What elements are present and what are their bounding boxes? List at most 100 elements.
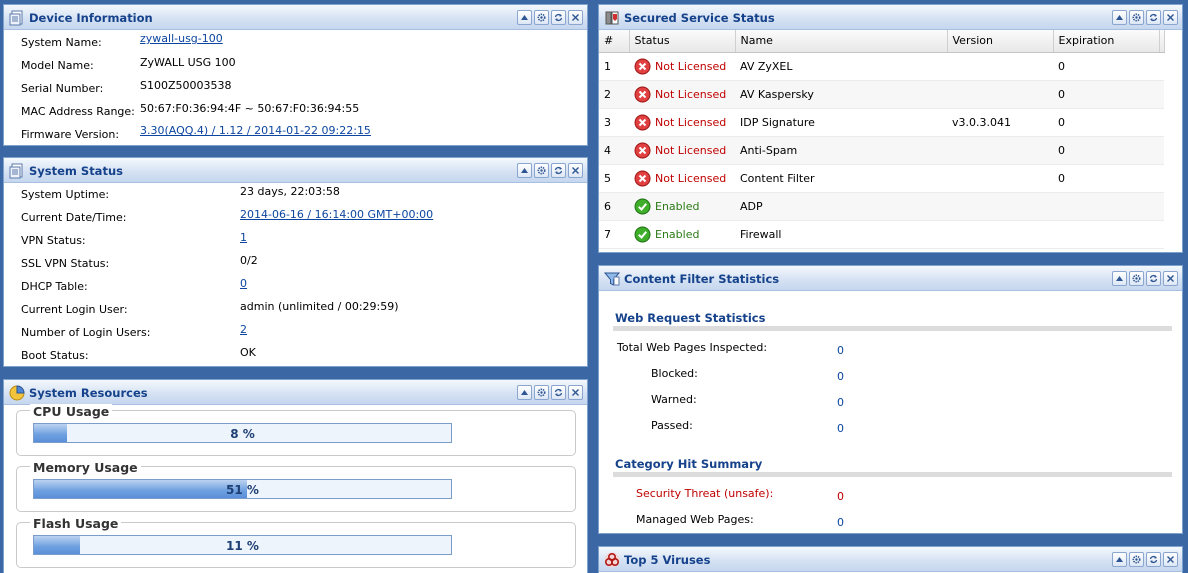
current-datetime-link[interactable]: 2014-06-16 / 16:14:00 GMT+00:00	[240, 208, 433, 221]
status-text: Not Licensed	[655, 87, 727, 101]
collapse-icon[interactable]	[517, 163, 532, 178]
settings-icon[interactable]	[1129, 271, 1144, 286]
service-expiration: 0	[1053, 52, 1159, 81]
status-text: Enabled	[655, 227, 700, 241]
section-divider	[613, 472, 1172, 477]
boot-status-label: Boot Status:	[21, 349, 89, 362]
total-pages-label: Total Web Pages Inspected:	[617, 341, 768, 354]
system-status-portlet: System Status System Uptime: 23 days, 22…	[3, 157, 588, 367]
refresh-icon[interactable]	[551, 163, 566, 178]
not-licensed-icon	[634, 170, 651, 186]
column-header-expiration[interactable]: Expiration	[1053, 30, 1160, 53]
column-header-name[interactable]: Name	[735, 30, 948, 53]
portlet-tools	[1112, 271, 1178, 286]
row-number: 3	[599, 108, 629, 137]
flash-usage-bar: 11 %	[33, 535, 452, 555]
status-cell: Not Licensed	[629, 108, 735, 137]
table-row[interactable]: 4 Not Licensed Anti-Spam 0	[599, 136, 1164, 165]
number-login-users-link[interactable]: 2	[240, 323, 247, 336]
row-number: 2	[599, 80, 629, 109]
security-threat-label: Security Threat (unsafe):	[636, 487, 774, 500]
close-icon[interactable]	[568, 385, 583, 400]
service-name: Anti-Spam	[735, 136, 947, 165]
portlet-title: System Status	[29, 164, 123, 178]
device-info-icon	[9, 10, 25, 26]
dhcp-table-link[interactable]: 0	[240, 277, 247, 290]
refresh-icon[interactable]	[1146, 10, 1161, 25]
portlet-title: Top 5 Viruses	[624, 553, 711, 567]
settings-icon[interactable]	[1129, 10, 1144, 25]
service-version	[947, 52, 1053, 81]
service-name: Content Filter	[735, 164, 947, 193]
collapse-icon[interactable]	[1112, 10, 1127, 25]
biohazard-icon	[604, 552, 620, 568]
refresh-icon[interactable]	[1146, 271, 1161, 286]
portlet-tools	[517, 385, 583, 400]
current-login-user-value: admin (unlimited / 00:29:59)	[240, 300, 399, 313]
serial-number-value: S100Z50003538	[140, 79, 232, 92]
settings-icon[interactable]	[1129, 552, 1144, 567]
serial-number-label: Serial Number:	[21, 82, 104, 95]
settings-icon[interactable]	[534, 10, 549, 25]
collapse-icon[interactable]	[1112, 271, 1127, 286]
enabled-check-icon	[634, 226, 651, 242]
portlet-title: Secured Service Status	[624, 11, 775, 25]
table-row[interactable]: 7 Enabled Firewall	[599, 220, 1164, 249]
portlet-header: Top 5 Viruses	[599, 547, 1182, 572]
close-icon[interactable]	[1163, 271, 1178, 286]
column-header-spacer	[1159, 30, 1165, 53]
portlet-header: Content Filter Statistics	[599, 266, 1182, 291]
system-status-icon	[9, 163, 25, 179]
firmware-version-link[interactable]: 3.30(AQQ.4) / 1.12 / 2014-01-22 09:22:15	[140, 124, 371, 137]
settings-icon[interactable]	[534, 163, 549, 178]
table-header-row: # Status Name Version Expiration	[599, 30, 1165, 53]
content-filter-portlet: Content Filter Statistics Web Request St…	[598, 265, 1183, 534]
portlet-tools	[517, 10, 583, 25]
flash-usage-title: Flash Usage	[30, 516, 122, 531]
close-icon[interactable]	[1163, 552, 1178, 567]
memory-usage-title: Memory Usage	[30, 460, 141, 475]
table-row[interactable]: 5 Not Licensed Content Filter 0	[599, 164, 1164, 193]
dhcp-table-label: DHCP Table:	[21, 280, 88, 293]
blocked-value: 0	[837, 370, 844, 383]
model-name-value: ZyWALL USG 100	[140, 56, 236, 69]
status-text: Not Licensed	[655, 115, 727, 129]
memory-usage-group: Memory Usage 51 %	[16, 460, 576, 512]
system-name-label: System Name:	[21, 36, 102, 49]
table-row[interactable]: 6 Enabled ADP	[599, 192, 1164, 221]
secured-service-icon	[604, 10, 620, 26]
portlet-title: Device Information	[29, 11, 153, 25]
collapse-icon[interactable]	[517, 385, 532, 400]
service-expiration: 0	[1053, 108, 1159, 137]
settings-icon[interactable]	[534, 385, 549, 400]
row-number: 7	[599, 220, 629, 249]
portlet-header: Secured Service Status	[599, 5, 1182, 30]
table-row[interactable]: 1 Not Licensed AV ZyXEL 0	[599, 52, 1164, 81]
service-expiration: 0	[1053, 136, 1159, 165]
close-icon[interactable]	[1163, 10, 1178, 25]
close-icon[interactable]	[568, 10, 583, 25]
column-header-status[interactable]: Status	[629, 30, 736, 53]
portlet-header: System Resources	[4, 380, 587, 405]
vpn-status-link[interactable]: 1	[240, 231, 247, 244]
cpu-usage-title: CPU Usage	[30, 404, 113, 419]
system-name-link[interactable]: zywall-usg-100	[140, 32, 223, 45]
column-header-version[interactable]: Version	[947, 30, 1054, 53]
status-cell: Enabled	[629, 220, 735, 249]
collapse-icon[interactable]	[517, 10, 532, 25]
warned-value: 0	[837, 396, 844, 409]
not-licensed-icon	[634, 142, 651, 158]
close-icon[interactable]	[568, 163, 583, 178]
service-expiration: 0	[1053, 80, 1159, 109]
refresh-icon[interactable]	[551, 10, 566, 25]
not-licensed-icon	[634, 114, 651, 130]
top-viruses-portlet: Top 5 Viruses	[598, 546, 1183, 573]
refresh-icon[interactable]	[551, 385, 566, 400]
row-number: 1	[599, 52, 629, 81]
refresh-icon[interactable]	[1146, 552, 1161, 567]
table-row[interactable]: 2 Not Licensed AV Kaspersky 0	[599, 80, 1164, 109]
security-threat-value: 0	[837, 490, 844, 503]
table-row[interactable]: 3 Not Licensed IDP Signature v3.0.3.041 …	[599, 108, 1164, 137]
column-header-number[interactable]: #	[599, 30, 630, 53]
collapse-icon[interactable]	[1112, 552, 1127, 567]
